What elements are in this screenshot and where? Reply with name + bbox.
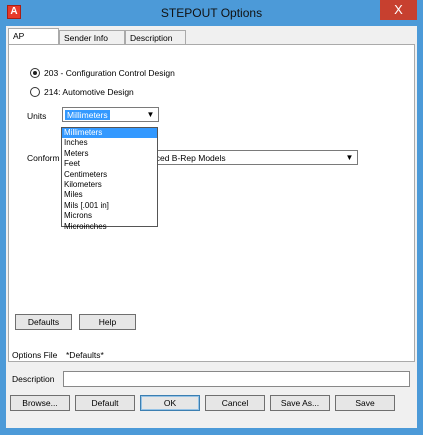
save-as-button[interactable]: Save As...	[270, 395, 330, 411]
dropdown-option[interactable]: Centimeters	[62, 170, 157, 180]
close-icon: X	[394, 2, 403, 17]
conformance-label: Conform	[27, 153, 60, 163]
description-label: Description	[12, 374, 55, 384]
dropdown-option[interactable]: Meters	[62, 149, 157, 159]
units-value: Millimeters	[65, 110, 110, 120]
dropdown-option[interactable]: Millimeters	[62, 128, 157, 139]
dropdown-option[interactable]: Microns	[62, 211, 157, 221]
units-label: Units	[27, 111, 47, 121]
close-button[interactable]: X	[380, 0, 417, 20]
defaults-button[interactable]: Defaults	[15, 314, 72, 330]
window-title: STEPOUT Options	[160, 6, 263, 20]
dropdown-option[interactable]: Inches	[62, 138, 157, 148]
help-button[interactable]: Help	[79, 314, 136, 330]
save-button[interactable]: Save	[335, 395, 395, 411]
radio-203[interactable]	[30, 68, 40, 78]
dropdown-option[interactable]: Kilometers	[62, 180, 157, 190]
title-bar[interactable]: A STEPOUT Options X	[0, 0, 423, 26]
stepout-options-window: A STEPOUT Options X AP Sender Info Descr…	[0, 0, 423, 435]
tab-ap[interactable]: AP	[8, 28, 59, 45]
units-select[interactable]: Millimeters ▼	[62, 107, 159, 122]
options-file-value: *Defaults*	[66, 350, 104, 360]
description-input[interactable]	[63, 371, 410, 387]
radio-203-label: 203 - Configuration Control Design	[44, 68, 175, 78]
units-dropdown-list: Millimeters Inches Meters Feet Centimete…	[61, 127, 158, 231]
tab-description[interactable]: Description	[125, 30, 186, 44]
radio-214[interactable]	[30, 87, 40, 97]
dropdown-option[interactable]: Miles	[62, 190, 157, 200]
ok-button[interactable]: OK	[140, 395, 200, 411]
chevron-down-icon[interactable]: ▼	[145, 109, 156, 120]
tab-sender-info[interactable]: Sender Info	[59, 30, 125, 44]
radio-214-label: 214: Automotive Design	[44, 87, 134, 97]
conformance-value: nced B-Rep Models	[151, 153, 226, 163]
dropdown-option[interactable]: Mils [.001 in]	[62, 201, 157, 211]
dropdown-option[interactable]: Feet	[62, 159, 157, 169]
default-button[interactable]: Default	[75, 395, 135, 411]
chevron-down-icon[interactable]: ▼	[344, 152, 355, 163]
options-file-label: Options File	[12, 350, 58, 360]
cancel-button[interactable]: Cancel	[205, 395, 265, 411]
dropdown-option[interactable]: Microinches	[62, 222, 157, 232]
browse-button[interactable]: Browse...	[10, 395, 70, 411]
